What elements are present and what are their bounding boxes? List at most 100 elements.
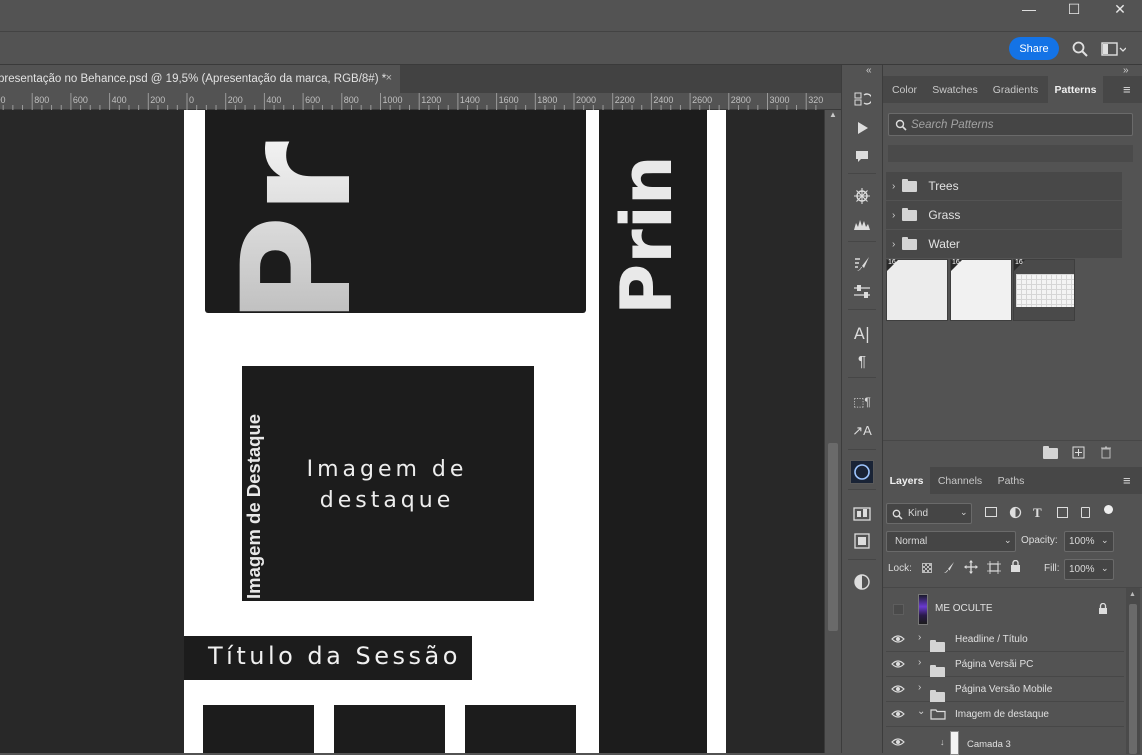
paragraph-styles-icon[interactable]: ⬚¶: [850, 391, 874, 413]
pattern-thumbnail[interactable]: 16: [950, 259, 1012, 321]
folder-row[interactable]: › Trees: [886, 172, 1122, 200]
layer-group-row[interactable]: › Headline / Título: [886, 627, 1124, 653]
tab-paths[interactable]: Paths: [990, 467, 1032, 494]
layer-group-row[interactable]: ⌄ Imagem de destaque: [886, 702, 1124, 727]
blend-mode-value: Normal: [895, 536, 928, 547]
scroll-up-icon[interactable]: ▲: [1129, 591, 1136, 598]
color-wheel-icon[interactable]: [850, 460, 874, 484]
lock-transparency-icon[interactable]: [922, 563, 932, 573]
workspace-icon[interactable]: [1100, 40, 1127, 58]
eye-icon[interactable]: [891, 634, 905, 644]
right-strip-text-wrap: Prin: [606, 125, 688, 315]
chevron-down-icon[interactable]: ⌄: [917, 706, 925, 717]
layers-scrollbar[interactable]: ▲: [1126, 588, 1140, 754]
adjustments-sliders-icon[interactable]: [850, 281, 874, 303]
right-panels: » Color Swatches Gradients Patterns ≡ Se…: [883, 65, 1142, 755]
visibility-toggle[interactable]: [893, 604, 904, 615]
panel-menu-icon[interactable]: ≡: [1123, 82, 1131, 97]
filter-type-icon[interactable]: T: [1033, 505, 1042, 521]
filter-pixel-icon[interactable]: [985, 507, 997, 517]
opacity-field[interactable]: 100% ⌄: [1064, 531, 1114, 552]
document-tab[interactable]: presentação no Behance.psd @ 19,5% (Apre…: [0, 65, 400, 93]
filter-shape-icon[interactable]: [1057, 507, 1068, 518]
pattern-thumbnail[interactable]: 16: [1013, 259, 1075, 321]
eye-icon[interactable]: [891, 659, 905, 669]
layer-row[interactable]: ME OCULTE: [886, 591, 1124, 628]
history-icon[interactable]: [850, 88, 874, 110]
lock-pixels-icon[interactable]: [943, 561, 956, 574]
folder-row[interactable]: › Grass: [886, 201, 1122, 229]
fill-field[interactable]: 100% ⌄: [1064, 559, 1114, 580]
libraries-icon[interactable]: [850, 502, 874, 524]
kind-filter-select[interactable]: Kind ⌄: [886, 503, 972, 524]
canvas-workspace[interactable]: Pr Prin Imagem de Destaque Imagem de des…: [0, 110, 824, 753]
maximize-button[interactable]: ☐: [1051, 0, 1097, 18]
scroll-thumb[interactable]: [828, 443, 838, 631]
filter-toggle-icon[interactable]: [1104, 505, 1113, 514]
minimize-button[interactable]: —: [1006, 0, 1052, 18]
delete-icon[interactable]: [1100, 446, 1112, 459]
lock-all-icon[interactable]: [1010, 560, 1021, 573]
chevron-right-icon[interactable]: ›: [892, 239, 895, 250]
histogram-icon[interactable]: [850, 213, 874, 235]
title-bar: — ☐ ✕: [0, 0, 1142, 31]
eye-icon[interactable]: [891, 684, 905, 694]
blend-mode-select[interactable]: Normal ⌄: [886, 531, 1016, 552]
properties-icon[interactable]: [850, 530, 874, 552]
collapse-left-icon[interactable]: «: [866, 65, 872, 76]
ruler-label: 400: [266, 95, 282, 105]
layer-row[interactable]: ↓ Camada 3: [886, 727, 1124, 755]
new-pattern-icon[interactable]: [1072, 446, 1085, 459]
layer-group-row[interactable]: › Página Versãi PC: [886, 652, 1124, 678]
artboard[interactable]: Pr Prin Imagem de Destaque Imagem de des…: [184, 110, 726, 753]
chevron-right-icon[interactable]: ›: [892, 210, 895, 221]
chevron-right-icon[interactable]: ›: [892, 181, 895, 192]
close-tab-icon[interactable]: ×: [386, 72, 392, 84]
eye-icon[interactable]: [891, 709, 905, 719]
close-window-button[interactable]: ✕: [1097, 0, 1142, 18]
play-actions-icon[interactable]: [850, 117, 874, 139]
tab-channels[interactable]: Channels: [930, 467, 990, 494]
paragraph-icon[interactable]: ¶: [850, 350, 874, 372]
panel-menu-icon[interactable]: ≡: [1123, 473, 1131, 488]
tab-layers[interactable]: Layers: [883, 467, 930, 494]
search-patterns-field[interactable]: Search Patterns: [888, 113, 1133, 136]
ruler-label: 2200: [614, 95, 635, 105]
chevron-right-icon[interactable]: ›: [918, 632, 921, 643]
tab-swatches[interactable]: Swatches: [926, 76, 984, 103]
lock-artboard-icon[interactable]: [987, 561, 1001, 574]
filter-smart-object-icon[interactable]: [1081, 507, 1090, 518]
folder-row[interactable]: › Water: [886, 230, 1122, 258]
ruler-label: 0: [189, 95, 195, 105]
ruler-label: 2400: [653, 95, 674, 105]
maximize-icon: ☐: [1067, 0, 1081, 17]
pattern-thumbnail[interactable]: 16: [886, 259, 948, 321]
chevron-right-icon[interactable]: ›: [918, 657, 921, 668]
layer-group-row[interactable]: › Página Versão Mobile: [886, 677, 1124, 703]
filter-adjustment-icon[interactable]: [1009, 506, 1022, 519]
vertical-scrollbar[interactable]: ▲: [824, 110, 841, 753]
scroll-up-icon[interactable]: ▲: [829, 110, 837, 119]
search-icon[interactable]: [1071, 40, 1089, 58]
tab-color[interactable]: Color: [883, 76, 926, 103]
options-bar: Share: [0, 31, 1142, 65]
ruler-label: 2000: [576, 95, 597, 105]
brush-settings-icon[interactable]: [850, 253, 874, 275]
chevron-right-icon[interactable]: ›: [918, 682, 921, 693]
character-styles-icon[interactable]: ↗A: [850, 420, 874, 442]
ruler-label: 600: [72, 95, 88, 105]
thumb-badge: 16: [888, 259, 896, 266]
share-button[interactable]: Share: [1009, 37, 1059, 60]
new-group-icon[interactable]: [1043, 446, 1058, 459]
navigator-wheel-icon[interactable]: [850, 185, 874, 207]
character-icon[interactable]: A|: [850, 322, 874, 344]
eye-icon[interactable]: [891, 737, 905, 747]
tab-gradients[interactable]: Gradients: [984, 76, 1047, 103]
layers-list: ME OCULTE › Headline / Título › Página V…: [883, 587, 1142, 755]
lock-position-icon[interactable]: [964, 560, 978, 574]
tab-patterns[interactable]: Patterns: [1048, 76, 1103, 103]
scroll-thumb[interactable]: [1129, 604, 1137, 754]
comments-icon[interactable]: [850, 145, 874, 167]
collapse-right-icon[interactable]: »: [1123, 65, 1129, 76]
adjustments-icon[interactable]: [850, 571, 874, 593]
